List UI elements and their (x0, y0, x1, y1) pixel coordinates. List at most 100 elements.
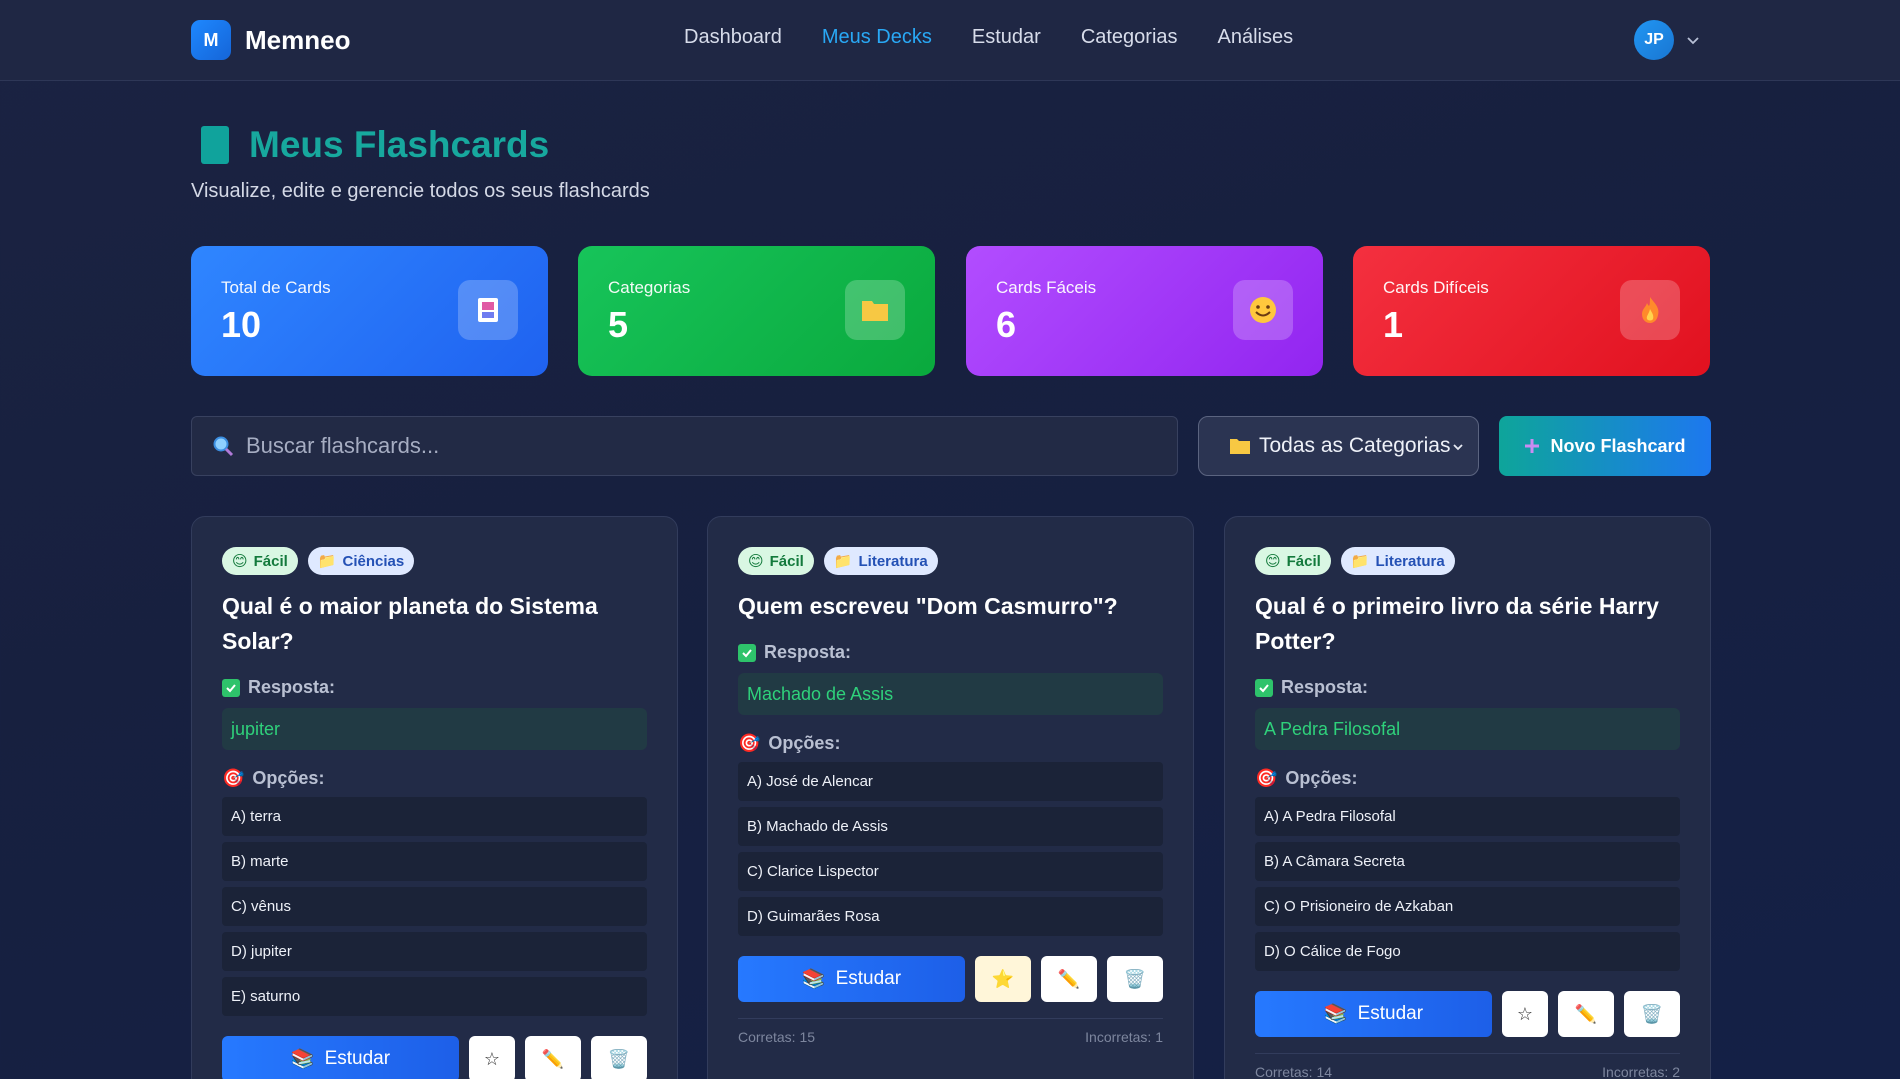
favorite-button[interactable]: ☆ (469, 1036, 515, 1079)
new-flashcard-label: Novo Flashcard (1550, 435, 1686, 456)
book-icon (201, 126, 229, 164)
card-answer: Machado de Assis (738, 673, 1163, 715)
difficulty-badge: 😊 Fácil (222, 547, 298, 575)
card-question: Qual é o maior planeta do Sistema Solar? (222, 593, 598, 654)
options-label: Opções: (768, 733, 841, 753)
correct-count: Corretas: 14 (1255, 1064, 1333, 1079)
brand-name: Memneo (245, 24, 351, 55)
incorrect-count: Incorretas: 2 (1602, 1064, 1680, 1079)
user-menu[interactable]: JP (1634, 20, 1700, 60)
option-item: D) Guimarães Rosa (738, 897, 1163, 936)
delete-button[interactable]: 🗑️ (591, 1036, 647, 1079)
option-item: D) jupiter (222, 932, 647, 971)
books-icon: 📚 (1323, 1004, 1348, 1025)
smile-icon: 😊 (232, 553, 248, 570)
page-subtitle: Visualize, edite e gerencie todos os seu… (191, 180, 650, 202)
answer-label: Resposta: (1281, 677, 1369, 697)
option-item: A) terra (222, 797, 647, 836)
study-label: Estudar (324, 1048, 391, 1069)
difficulty-label: Fácil (1286, 552, 1321, 570)
star-filled-icon: ⭐ (991, 968, 1015, 989)
pencil-icon: ✏️ (1057, 968, 1081, 989)
search-input[interactable] (246, 433, 1146, 459)
correct-count: Corretas: 15 (738, 1029, 816, 1045)
category-badge: 📁 Literatura (823, 547, 938, 575)
incorrect-count: Incorretas: 1 (1085, 1029, 1163, 1045)
option-item: D) O Cálice de Fogo (1255, 932, 1680, 971)
nav-analises[interactable]: Análises (1218, 26, 1294, 49)
favorite-button[interactable]: ⭐ (975, 956, 1031, 1002)
books-icon: 📚 (290, 1049, 315, 1070)
option-item: C) Clarice Lispector (738, 852, 1163, 891)
delete-button[interactable]: 🗑️ (1107, 956, 1163, 1002)
favorite-button[interactable]: ☆ (1502, 991, 1548, 1037)
search-icon (213, 436, 234, 457)
card-answer: A Pedra Filosofal (1255, 708, 1680, 750)
avatar[interactable]: JP (1634, 20, 1674, 60)
option-item: B) A Câmara Secreta (1255, 842, 1680, 881)
stat-categorias: Categorias 5 (578, 246, 935, 376)
category-select-value: Todas as Categorias (1259, 434, 1451, 457)
option-item: B) marte (222, 842, 647, 881)
option-item: C) vênus (222, 887, 647, 926)
option-item: C) O Prisioneiro de Azkaban (1255, 887, 1680, 926)
target-icon: 🎯 (738, 733, 761, 753)
options-heading: 🎯 Opções: (738, 733, 1163, 754)
options-list: A) A Pedra Filosofal B) A Câmara Secreta… (1255, 797, 1680, 971)
nav-estudar[interactable]: Estudar (972, 26, 1041, 49)
study-button[interactable]: 📚 Estudar (1255, 991, 1492, 1037)
pencil-icon: ✏️ (1574, 1003, 1598, 1024)
answer-heading: Resposta: (222, 677, 647, 698)
stat-total-cards: Total de Cards 10 (191, 246, 548, 376)
folder-icon: 📁 (833, 553, 853, 570)
flashcard: 😊 Fácil 📁 Literatura Quem escreveu "Dom Ca… (707, 516, 1194, 1079)
folder-icon: 📁 (317, 553, 337, 570)
folder-icon (845, 280, 905, 340)
folder-icon (1230, 439, 1250, 454)
pencil-icon: ✏️ (541, 1048, 565, 1069)
edit-button[interactable]: ✏️ (525, 1036, 581, 1079)
edit-button[interactable]: ✏️ (1558, 991, 1614, 1037)
category-select[interactable]: Todas as Categorias (1198, 416, 1479, 476)
options-heading: 🎯 Opções: (222, 768, 647, 789)
chevron-down-icon[interactable] (1686, 33, 1700, 47)
check-icon (738, 643, 756, 662)
books-icon: 📚 (801, 969, 826, 990)
difficulty-label: Fácil (253, 552, 288, 570)
difficulty-badge: 😊 Fácil (1255, 547, 1331, 575)
nav-dashboard[interactable]: Dashboard (684, 26, 782, 49)
card-question: Qual é o primeiro livro da série Harry P… (1255, 593, 1659, 654)
category-badge: 📁 Literatura (1340, 547, 1455, 575)
answer-label: Resposta: (248, 677, 336, 697)
study-label: Estudar (1357, 1003, 1424, 1024)
plus-icon (1525, 439, 1540, 453)
answer-heading: Resposta: (1255, 677, 1680, 698)
folder-icon: 📁 (1350, 553, 1370, 570)
trash-icon: 🗑️ (607, 1048, 631, 1069)
brand[interactable]: M Memneo (191, 20, 350, 60)
nav-categorias[interactable]: Categorias (1081, 26, 1178, 49)
brand-logo: M (191, 20, 231, 60)
nav-meus-decks[interactable]: Meus Decks (822, 26, 932, 49)
option-item: A) José de Alencar (738, 762, 1163, 801)
smile-icon (1233, 280, 1293, 340)
smile-icon: 😊 (1265, 553, 1281, 570)
study-button[interactable]: 📚 Estudar (222, 1036, 459, 1079)
star-outline-icon: ☆ (1516, 1003, 1534, 1024)
study-label: Estudar (835, 968, 902, 989)
answer-heading: Resposta: (738, 642, 1163, 663)
option-item: E) saturno (222, 977, 647, 1016)
edit-button[interactable]: ✏️ (1041, 956, 1097, 1002)
category-label: Literatura (858, 552, 928, 570)
stat-cards-faceis: Cards Fáceis 6 (966, 246, 1323, 376)
options-label: Opções: (1285, 768, 1358, 788)
flashcard: 😊 Fácil 📁 Ciências Qual é o maior planeta … (191, 516, 678, 1079)
main-nav: Dashboard Meus Decks Estudar Categorias … (684, 26, 1293, 49)
difficulty-label: Fácil (769, 552, 804, 570)
stat-cards-dificeis: Cards Difíceis 1 (1353, 246, 1710, 376)
new-flashcard-button[interactable]: Novo Flashcard (1499, 416, 1711, 476)
search-bar[interactable] (191, 416, 1178, 476)
check-icon (1255, 678, 1273, 697)
delete-button[interactable]: 🗑️ (1624, 991, 1680, 1037)
study-button[interactable]: 📚 Estudar (738, 956, 965, 1002)
